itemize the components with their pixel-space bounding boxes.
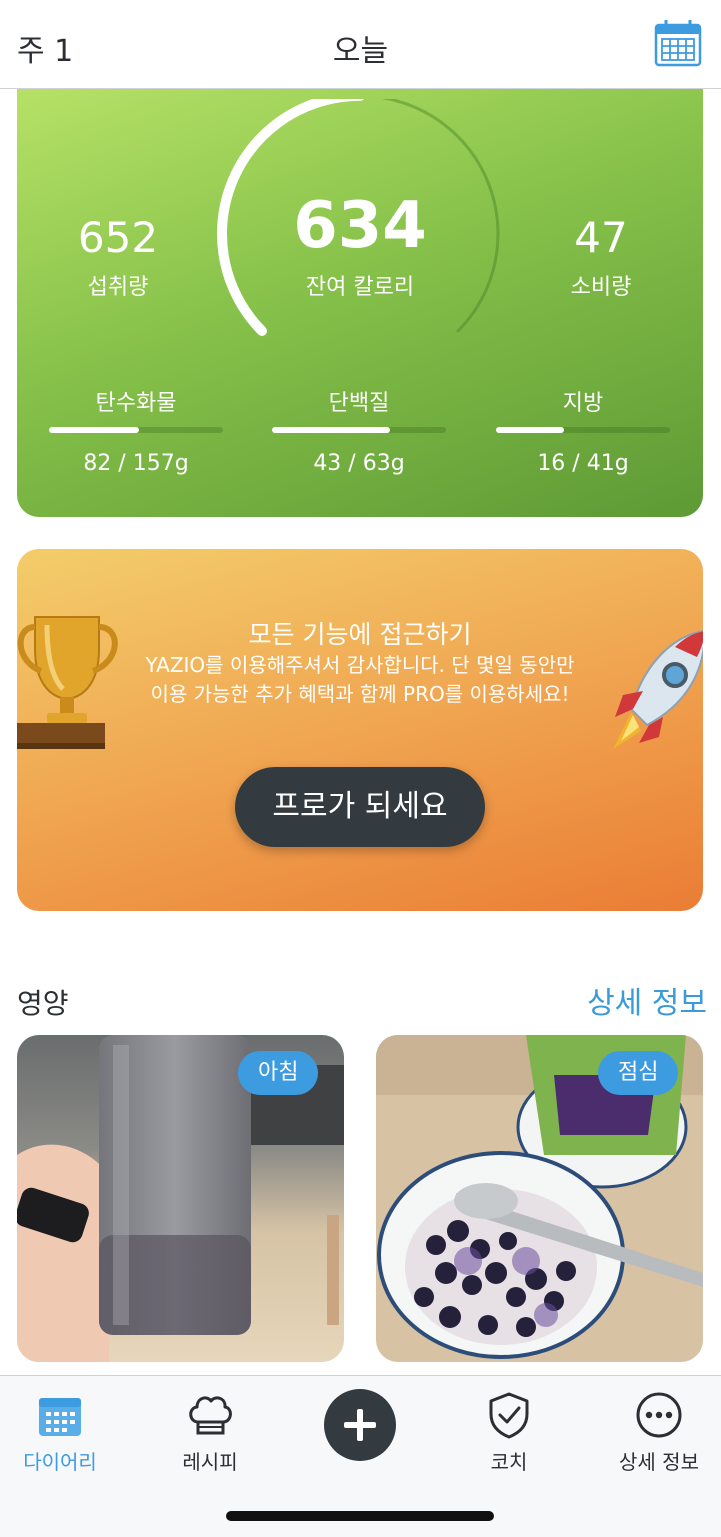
remaining-value: 634 (293, 189, 427, 263)
promo-description: YAZIO를 이용해주셔서 감사합니다. 단 몇일 동안만 이용 가능한 추가 … (145, 653, 575, 706)
eaten-value: 652 (77, 213, 159, 262)
tab-diary-label: 다이어리 (23, 1450, 97, 1474)
burned-label: 소비량 (570, 275, 632, 300)
fat-label: 지방 (562, 391, 604, 416)
lunch-photo[interactable]: 점심 (376, 1035, 703, 1362)
shield-check-icon (489, 1392, 529, 1439)
calendar-icon (39, 1398, 81, 1436)
breakfast-photo[interactable]: 아침 (17, 1035, 344, 1362)
home-indicator (226, 1511, 494, 1521)
top-bar: 주 1 오늘 (0, 0, 721, 89)
promo-title: 모든 기능에 접근하기 (248, 620, 472, 649)
tab-recipes[interactable]: 레시피 (140, 1376, 280, 1476)
tab-diary[interactable]: 다이어리 (0, 1376, 130, 1476)
bottom-tab-bar: 다이어리 레시피 코치 상세 정보 (0, 1375, 721, 1537)
pro-promo-card: 모든 기능에 접근하기 YAZIO를 이용해주셔서 감사합니다. 단 몇일 동안… (17, 549, 703, 911)
tab-coach[interactable]: 코치 (439, 1376, 579, 1476)
tab-more-label: 상세 정보 (619, 1450, 699, 1474)
breakfast-tag: 아침 (238, 1051, 319, 1095)
protein-value: 43 / 63g (313, 451, 405, 476)
nutrition-more-link[interactable]: 상세 정보 (587, 978, 707, 1022)
carbs-value: 82 / 157g (83, 451, 189, 476)
tab-coach-label: 코치 (490, 1450, 528, 1474)
calorie-summary-card[interactable]: 652 섭취량 634 잔여 칼로리 47 소비량 탄수화물 82 / 157g… (17, 89, 703, 517)
calendar-icon[interactable] (653, 18, 703, 68)
rocket-icon (613, 630, 703, 749)
more-icon (636, 1392, 682, 1438)
carbs-label: 탄수화물 (95, 391, 177, 416)
eaten-label: 섭취량 (87, 275, 149, 300)
carbs-progress-bar (49, 427, 223, 433)
page-title: 오늘 (332, 34, 389, 69)
burned-value: 47 (574, 213, 628, 262)
protein-label: 단백질 (328, 391, 390, 416)
become-pro-button[interactable]: 프로가 되세요 (235, 767, 485, 847)
protein-progress-bar (272, 427, 446, 433)
plus-icon (344, 1409, 376, 1441)
nutrition-section-title: 영양 (17, 987, 69, 1020)
lunch-tag: 점심 (598, 1051, 679, 1095)
chef-hat-icon (189, 1396, 232, 1435)
fat-progress-bar (496, 427, 670, 433)
add-button[interactable] (324, 1389, 396, 1461)
tab-recipes-label: 레시피 (182, 1450, 238, 1474)
fat-value: 16 / 41g (537, 451, 629, 476)
remaining-label: 잔여 칼로리 (305, 275, 415, 300)
tab-more[interactable]: 상세 정보 (589, 1376, 721, 1476)
